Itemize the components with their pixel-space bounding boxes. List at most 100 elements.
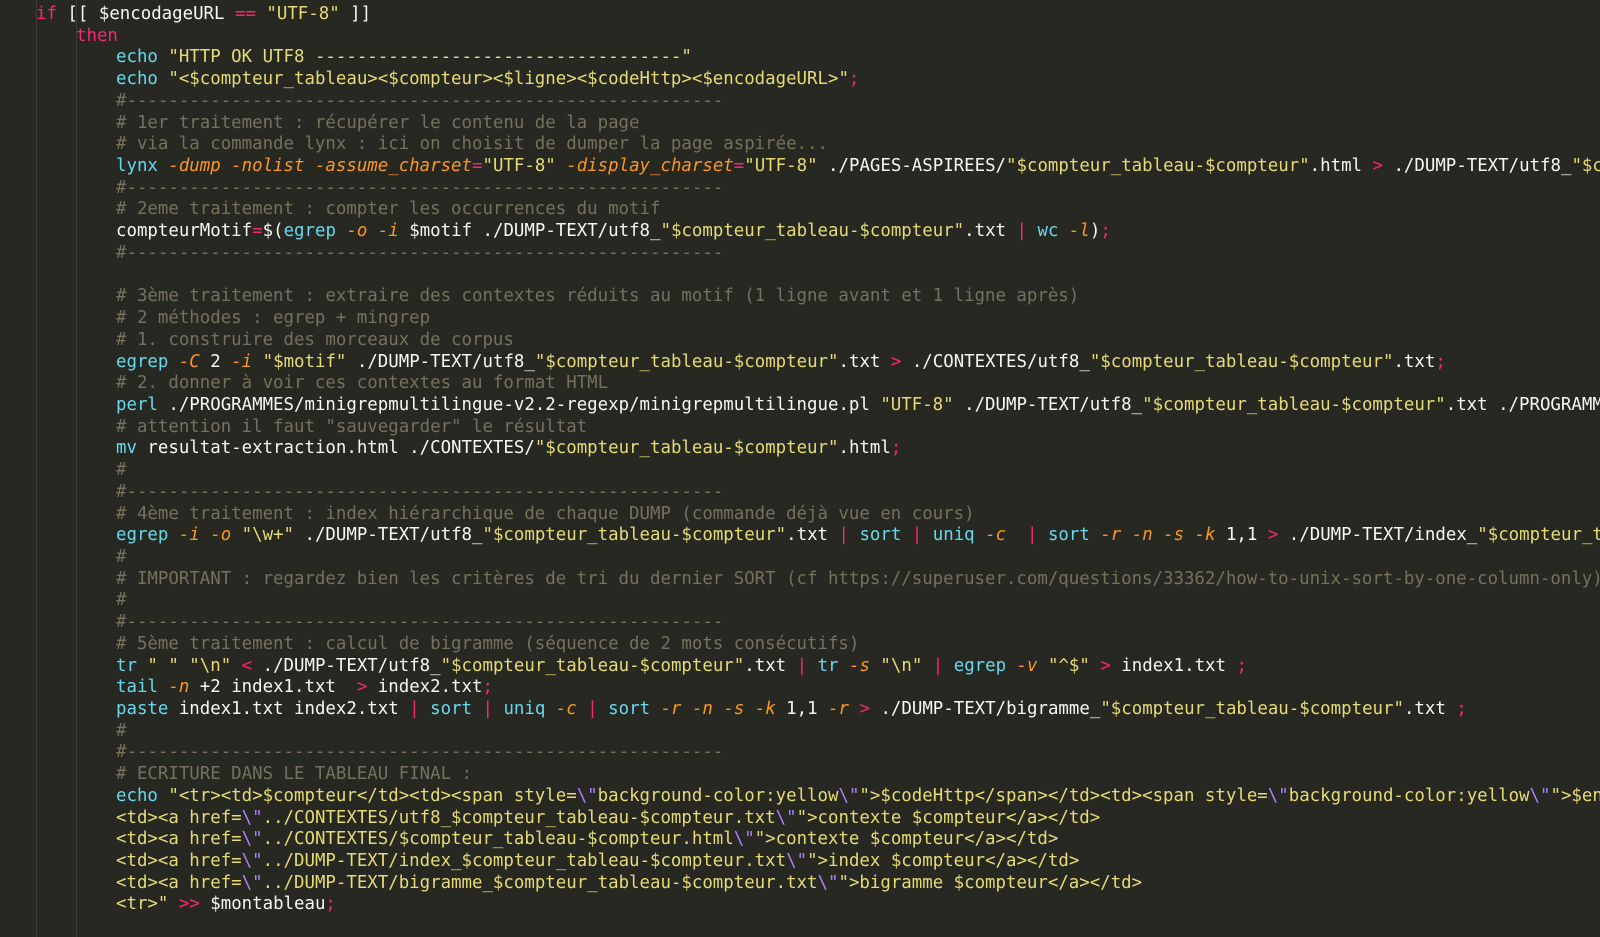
code-token: "$motif" [262,351,357,372]
code-line[interactable]: # 2. donner à voir ces contextes au form… [0,373,1600,395]
code-token: ./DUMP-TEXT/bigramme_ [880,699,1101,719]
code-token: #---------------------------------------… [116,90,724,111]
code-area[interactable]: if [[ $encodageURL == "UTF-8" ]] then echo… [0,4,1600,916]
code-token: egrep [116,525,179,546]
code-line[interactable]: echo "<$compteur_tableau><$compteur><$li… [0,69,1600,91]
code-line[interactable]: # 5ème traitement : calcul de bigramme (… [0,634,1600,656]
code-token: > [859,699,881,719]
code-line[interactable]: lynx -dump -nolist -assume_charset="UTF-… [0,156,1600,178]
code-line[interactable]: # 2 méthodes : egrep + mingrep [0,308,1600,330]
code-line[interactable]: # IMPORTANT : regardez bien les critères… [0,569,1600,591]
code-token: < [241,655,263,676]
code-line[interactable]: compteurMotif=$(egrep -o -i $motif ./DUM… [0,221,1600,243]
code-line[interactable]: # [0,460,1600,482]
code-token: echo [116,785,169,806]
code-token: -l [1068,221,1090,242]
code-token: # 2 méthodes : egrep + mingrep [116,308,431,329]
code-token: 1,1 [786,699,829,719]
code-editor[interactable]: if [[ $encodageURL == "UTF-8" ]] then echo… [0,0,1600,937]
code-line[interactable]: # via la commande lynx : ici on choisit … [0,134,1600,156]
code-line[interactable]: # [0,547,1600,569]
code-line[interactable]: #---------------------------------------… [0,91,1600,113]
code-line[interactable]: # 4ème traitement : index hiérarchique d… [0,504,1600,526]
code-line[interactable]: egrep -C 2 -i "$motif" ./DUMP-TEXT/utf8_… [0,352,1600,374]
code-token: <td><a href= [116,807,242,828]
code-line[interactable]: tail -n +2 index1.txt > index2.txt; [0,677,1600,699]
code-token: "$compteur_tableau-$compteur" [1006,156,1310,177]
code-token: .txt [1393,351,1436,372]
code-line[interactable]: #---------------------------------------… [0,612,1600,634]
code-line[interactable]: # 1er traitement : récupérer le contenu … [0,113,1600,135]
code-token: tr [116,655,148,676]
code-token: echo [116,47,169,68]
code-token: == [234,4,267,24]
code-token: resultat-extraction.html ./CONTEXTES/ [147,438,535,459]
code-line[interactable]: <tr>" >> $montableau; [0,894,1600,916]
code-line[interactable]: # 3ème traitement : extraire des context… [0,286,1600,308]
code-line[interactable]: # 1. construire des morceaux de corpus [0,330,1600,352]
code-line[interactable]: then [0,26,1600,48]
code-line[interactable]: echo "<tr><td>$compteur</td><td><span st… [0,786,1600,808]
code-line[interactable]: #---------------------------------------… [0,742,1600,764]
code-token: # 1. construire des morceaux de corpus [116,329,514,350]
code-token: | [1016,221,1038,242]
code-token: = [472,156,483,177]
code-token: "UTF-8" [266,4,351,24]
code-token: ">$encodageURL</span></td> [1550,785,1600,806]
code-line[interactable]: # [0,721,1600,743]
code-token: .txt [964,221,1017,242]
code-token: # [116,546,127,567]
code-token: # 2. donner à voir ces contextes au form… [116,373,609,394]
code-token: \" [1529,785,1551,806]
code-token: "$compteur_tableau-$compteur" [1100,699,1404,719]
code-line[interactable]: paste index1.txt index2.txt | sort | uni… [0,699,1600,721]
code-token: "HTTP OK UTF8 --------------------------… [168,47,692,68]
code-token: ./DUMP-TEXT/utf8_ [304,525,483,546]
code-line[interactable]: mv resultat-extraction.html ./CONTEXTES/… [0,438,1600,460]
code-line[interactable]: <td><a href=\"../DUMP-TEXT/bigramme_$com… [0,873,1600,895]
code-line[interactable]: tr " " "\n" < ./DUMP-TEXT/utf8_"$compteu… [0,656,1600,678]
code-token: index1.txt index2.txt [178,699,410,719]
code-token: # [116,460,127,481]
code-token: $encodageURL [98,4,235,24]
code-line[interactable]: #---------------------------------------… [0,178,1600,200]
code-token: "UTF-8" [482,156,567,177]
code-token: -r [828,699,860,719]
code-token: > [356,677,378,698]
code-line[interactable]: <td><a href=\"../DUMP-TEXT/index_$compte… [0,851,1600,873]
code-token: #---------------------------------------… [116,177,724,198]
code-token: # 3ème traitement : extraire des context… [116,286,1080,307]
code-token: | [932,655,954,676]
code-token: "$compteur_tableau-$compteur" [660,221,965,242]
code-line[interactable]: <td><a href=\"../CONTEXTES/$compteur_tab… [0,829,1600,851]
code-token: \" [775,807,797,828]
code-token: -display_charset [566,156,734,177]
code-token: ./DUMP-TEXT/index_ [1288,525,1478,546]
code-line[interactable] [0,265,1600,287]
code-line[interactable]: #---------------------------------------… [0,243,1600,265]
code-token: # attention il faut "sauvegarder" le rés… [116,416,588,437]
code-line[interactable]: if [[ $encodageURL == "UTF-8" ]] [0,4,1600,26]
code-line[interactable]: # attention il faut "sauvegarder" le rés… [0,417,1600,439]
code-line[interactable]: <td><a href=\"../CONTEXTES/utf8_$compteu… [0,808,1600,830]
code-token: $montableau [210,894,326,915]
code-token: -i -o [178,525,242,546]
code-line[interactable]: perl ./PROGRAMMES/minigrepmultilingue-v2… [0,395,1600,417]
code-line[interactable]: # ECRITURE DANS LE TABLEAU FINAL : [0,764,1600,786]
code-line[interactable]: echo "HTTP OK UTF8 ---------------------… [0,47,1600,69]
code-token: $( [262,221,284,242]
code-token: > [1267,525,1289,546]
code-token: " " "\n" [147,655,242,676]
code-line[interactable]: # [0,590,1600,612]
code-token: \" [241,829,263,850]
code-token: \" [241,872,263,893]
code-line[interactable]: # 2eme traitement : compter les occurren… [0,199,1600,221]
code-token: index1.txt [1121,655,1237,676]
code-token: <td><a href= [116,851,242,872]
code-line[interactable]: #---------------------------------------… [0,482,1600,504]
code-token: <tr>" [116,894,179,915]
code-token: | [409,699,431,719]
code-line[interactable]: egrep -i -o "\w+" ./DUMP-TEXT/utf8_"$com… [0,525,1600,547]
code-token: paste [116,699,179,719]
code-token: = [252,221,263,242]
